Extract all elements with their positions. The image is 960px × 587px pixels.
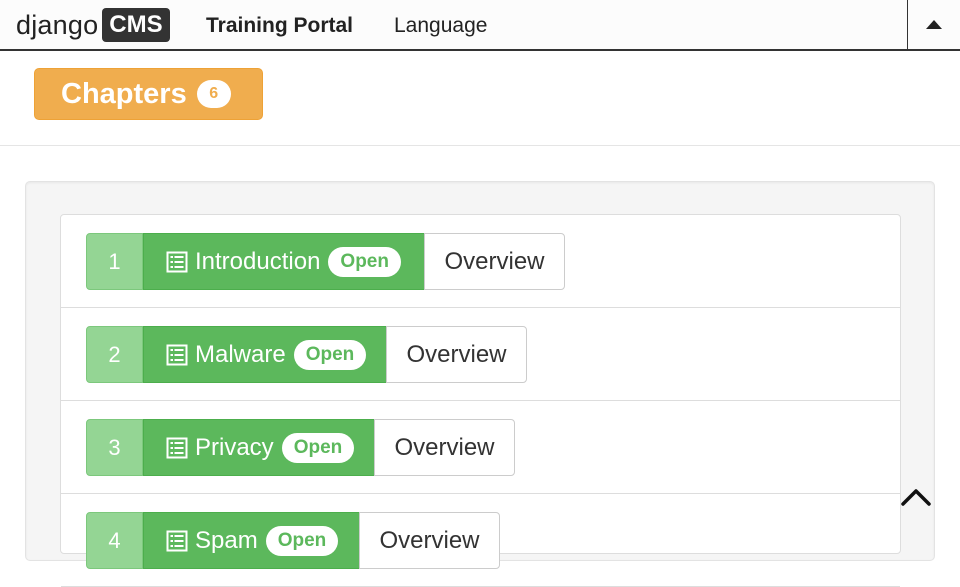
header-divider [0,145,960,146]
top-navbar: django CMS Training Portal Language [0,0,960,51]
django-cms-logo[interactable]: django CMS [16,8,170,42]
chapter-title: Privacy [195,433,274,461]
chapter-row: 3 Privacy Open Overview [61,401,900,494]
chapter-list: 1 Introduction Open Overview 2 Malware O… [60,214,901,587]
overview-button[interactable]: Overview [386,326,527,383]
chapter-title: Introduction [195,247,321,275]
chapter-row: 2 Malware Open Overview [61,308,900,401]
chapter-row: 1 Introduction Open Overview [61,215,900,308]
chapter-number: 1 [86,233,143,290]
overview-button[interactable]: Overview [424,233,565,290]
chapter-number: 4 [86,512,143,569]
list-alt-icon [166,530,188,551]
chapter-row: 4 Spam Open Overview [61,494,900,587]
status-badge: Open [265,525,339,556]
nav-language[interactable]: Language [394,13,487,39]
status-badge: Open [293,339,367,370]
chapter-number: 3 [86,419,143,476]
list-alt-icon [166,437,188,458]
chapters-label: Chapters [61,77,187,110]
chapters-count-badge: 6 [196,80,231,108]
status-badge: Open [328,246,401,277]
logo-text: django [16,10,99,40]
list-alt-icon [166,251,188,272]
nav-training-portal[interactable]: Training Portal [206,13,353,39]
chapter-button-introduction[interactable]: Introduction Open [143,233,425,290]
chapters-button[interactable]: Chapters 6 [34,68,263,120]
caret-up-icon [926,20,942,29]
list-alt-icon [166,344,188,365]
chapter-title: Spam [195,526,258,554]
chapter-button-privacy[interactable]: Privacy Open [143,419,375,476]
menu-toggle-button[interactable] [907,0,960,49]
chapter-button-malware[interactable]: Malware Open [143,326,387,383]
chapter-number: 2 [86,326,143,383]
chapter-title: Malware [195,340,286,368]
overview-button[interactable]: Overview [359,512,500,569]
overview-button[interactable]: Overview [374,419,515,476]
chevron-up-icon[interactable] [898,482,934,510]
chapter-button-spam[interactable]: Spam Open [143,512,360,569]
status-badge: Open [281,432,355,463]
logo-badge: CMS [102,8,170,42]
